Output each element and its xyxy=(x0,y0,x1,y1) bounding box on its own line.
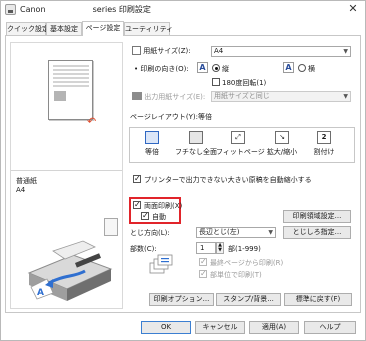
output-size-icon xyxy=(132,92,142,100)
fit-to-page-icon: ⤢ xyxy=(231,131,245,144)
portrait-label: 縦 xyxy=(222,65,229,73)
page-layout-label: ページレイアウト(Y):等倍 xyxy=(130,113,212,121)
chevron-down-icon: ▼ xyxy=(268,229,273,236)
collate-checkbox[interactable] xyxy=(199,269,207,278)
printer-app-icon xyxy=(5,4,16,15)
orientation-label: 印刷の向き(O): xyxy=(140,65,189,73)
title-bar: Canon series 印刷設定 ✕ xyxy=(1,1,365,19)
cancel-button[interactable]: キャンセル xyxy=(195,321,245,334)
layout-item-label: 等倍 xyxy=(145,148,159,156)
duplex-auto-checkbox[interactable] xyxy=(141,211,149,220)
binding-label: とじ方向(L): xyxy=(130,229,170,237)
auto-reduce-checkbox[interactable] xyxy=(133,174,141,183)
portrait-radio[interactable] xyxy=(212,64,220,72)
duplex-checkbox[interactable] xyxy=(133,200,141,209)
copies-stack-icon xyxy=(149,254,173,274)
media-size-text: A4 xyxy=(16,186,26,194)
preview-divider xyxy=(11,170,122,171)
page-size-label: 用紙サイズ(Z): xyxy=(143,47,191,55)
auto-reduce-label: プリンターで出力できない大きい原稿を自動縮小する xyxy=(144,176,312,184)
restore-defaults-button[interactable]: 標準に戻す(F) xyxy=(284,293,352,306)
layout-item-borderless[interactable]: フチなし全面 xyxy=(174,130,218,162)
tab-main[interactable]: 基本設定 xyxy=(46,22,82,36)
page-size-select[interactable]: A4 ▼ xyxy=(211,46,351,57)
printer-illustration-icon: A xyxy=(27,240,113,301)
last-page-first-checkbox[interactable] xyxy=(199,257,207,266)
apply-button[interactable]: 適用(A) xyxy=(249,321,299,334)
paper-preview xyxy=(48,60,93,120)
copies-spinner-icon[interactable]: ▲ ▼ xyxy=(216,242,224,254)
page-layout-icon: 2 xyxy=(317,131,331,144)
last-page-first-label: 最終ページから印刷(R) xyxy=(210,259,284,267)
landscape-a-icon: A xyxy=(283,62,294,73)
page-setup-panel: ↶ 普通紙 A4 A 用紙サイズ(Z): A4 ▼ • 印刷の向き(O): A … xyxy=(5,35,361,313)
media-info: 普通紙 A4 xyxy=(16,177,37,195)
layout-item-scaled[interactable]: ↘ 拡大/縮小 xyxy=(260,130,304,162)
ok-button[interactable]: OK xyxy=(141,321,191,334)
output-size-value: 用紙サイズと同じ xyxy=(214,92,270,100)
layout-item-label: 拡大/縮小 xyxy=(266,148,298,156)
chevron-down-icon: ▼ xyxy=(343,93,348,100)
window-title-suffix: series 印刷設定 xyxy=(92,5,151,14)
window-title: Canon series 印刷設定 xyxy=(20,4,151,15)
output-size-row: 出力用紙サイズ(E): xyxy=(132,92,205,102)
duplex-arrow-icon: ↶ xyxy=(87,115,97,128)
rotate-180-checkbox[interactable] xyxy=(212,78,220,86)
normal-size-icon xyxy=(145,131,159,144)
page-size-value: A4 xyxy=(214,47,224,55)
page-size-row: 用紙サイズ(Z): xyxy=(132,46,191,56)
duplex-label: 両面印刷(X) xyxy=(144,202,183,210)
portrait-a-icon: A xyxy=(197,62,208,73)
close-icon[interactable]: ✕ xyxy=(347,3,359,15)
copies-input[interactable]: 1 xyxy=(196,242,216,254)
orientation-bullet-icon: • xyxy=(134,65,139,73)
duplex-auto-label: 自動 xyxy=(152,213,166,221)
help-button[interactable]: ヘルプ xyxy=(304,321,356,334)
chevron-down-icon: ▼ xyxy=(343,48,348,55)
layout-item-normal[interactable]: 等倍 xyxy=(130,130,174,162)
scaled-icon: ↘ xyxy=(275,131,289,144)
copies-label: 部数(C): xyxy=(130,245,157,253)
tab-utility[interactable]: ユーティリティ xyxy=(124,22,173,36)
media-type-text: 普通紙 xyxy=(16,177,37,185)
svg-text:A: A xyxy=(37,288,44,298)
orientation-label-row: • 印刷の向き(O): xyxy=(134,64,189,74)
borderless-icon xyxy=(189,131,203,144)
tab-page-setup[interactable]: ページ設定 xyxy=(82,21,124,36)
preview-image-block xyxy=(54,91,66,101)
collate-label: 部単位で印刷(T) xyxy=(210,271,262,279)
layout-item-page-layout[interactable]: 2 割付け xyxy=(302,130,346,162)
output-size-label: 出力用紙サイズ(E): xyxy=(144,93,206,101)
rotate-180-label: 180度回転(1) xyxy=(222,79,267,87)
layout-item-label: フチなし全面 xyxy=(175,148,217,156)
layout-item-label: フィットページ xyxy=(216,148,265,156)
page-layout-list: 等倍 フチなし全面 ⤢ フィットページ ↘ 拡大/縮小 2 割付け xyxy=(129,127,355,163)
binding-value: 長辺とじ(左) xyxy=(199,228,240,236)
layout-item-fit-to-page[interactable]: ⤢ フィットページ xyxy=(216,130,265,162)
page-size-icon xyxy=(132,46,141,55)
window-title-brand: Canon xyxy=(20,5,46,14)
binding-margin-button[interactable]: とじしろ指定... xyxy=(283,226,351,239)
output-size-select[interactable]: 用紙サイズと同じ ▼ xyxy=(211,91,351,102)
landscape-label: 横 xyxy=(308,65,315,73)
print-area-button[interactable]: 印刷領域設定... xyxy=(283,210,351,223)
landscape-radio[interactable] xyxy=(298,64,306,72)
layout-item-label: 割付け xyxy=(313,148,335,156)
stamp-background-button[interactable]: スタンプ/背景... xyxy=(216,293,281,306)
preview-pane: ↶ 普通紙 A4 A xyxy=(10,42,123,309)
print-options-button[interactable]: 印刷オプション... xyxy=(149,293,214,306)
copies-range: 部(1-999) xyxy=(228,245,261,253)
tab-quick-setup[interactable]: クイック設定 xyxy=(6,22,49,36)
binding-select[interactable]: 長辺とじ(左) ▼ xyxy=(196,227,276,238)
printing-preferences-window: Canon series 印刷設定 ✕ クイック設定 基本設定 ページ設定 ユー… xyxy=(0,0,366,341)
